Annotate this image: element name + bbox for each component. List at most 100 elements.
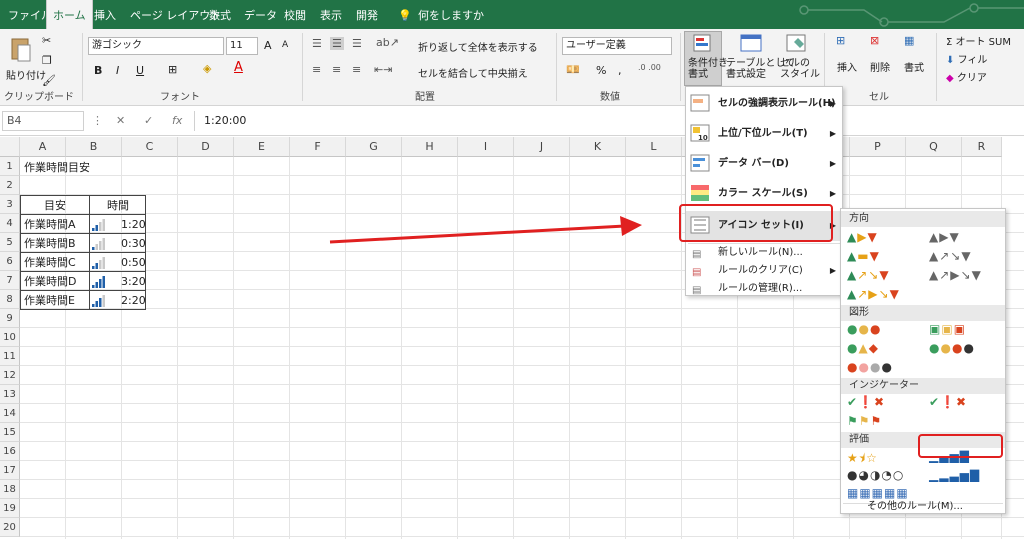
align-bottom-icon[interactable]: ☰: [352, 37, 362, 50]
orientation-icon[interactable]: ab↗: [376, 36, 399, 49]
conditional-format-button[interactable]: 条件付き 書式: [688, 58, 728, 80]
column-header-k[interactable]: K: [570, 137, 626, 157]
number-format-select[interactable]: ユーザー定義: [562, 37, 672, 55]
row-header-2[interactable]: 2: [0, 176, 20, 195]
cell-name[interactable]: 作業時間B: [21, 234, 79, 253]
row-header-9[interactable]: 9: [0, 309, 20, 328]
header-jikan[interactable]: 時間: [90, 196, 146, 215]
autosum-button[interactable]: Σ オート SUM: [946, 33, 1011, 48]
grow-font-button[interactable]: A: [264, 39, 272, 52]
wrap-text-button[interactable]: 折り返して全体を表示する: [418, 39, 538, 54]
row-header-19[interactable]: 19: [0, 499, 20, 518]
insert-cells-button[interactable]: 挿入: [837, 59, 857, 74]
stars-icon[interactable]: ★⯨☆: [847, 449, 878, 470]
font-name-select[interactable]: 游ゴシック: [88, 37, 224, 55]
format-painter-icon[interactable]: 🖌: [42, 74, 56, 87]
menu-top-bottom-rules[interactable]: 10 上位/下位ルール(T) ▶: [686, 119, 842, 149]
column-header-h[interactable]: H: [402, 137, 458, 157]
cell-time[interactable]: 3:20: [118, 272, 149, 291]
row-header-15[interactable]: 15: [0, 423, 20, 442]
format-cells-button[interactable]: 書式: [904, 59, 924, 74]
bold-button[interactable]: B: [94, 64, 102, 77]
align-left-icon[interactable]: ≡: [312, 63, 321, 76]
column-header-l[interactable]: L: [626, 137, 682, 157]
name-box[interactable]: B4: [2, 111, 84, 131]
cell-name[interactable]: 作業時間E: [21, 291, 78, 310]
row-header-7[interactable]: 7: [0, 271, 20, 290]
paste-icon[interactable]: [10, 35, 32, 63]
column-header-a[interactable]: A: [20, 137, 66, 157]
row-header-8[interactable]: 8: [0, 290, 20, 309]
clear-button[interactable]: ◆ クリア: [946, 69, 987, 84]
column-header-q[interactable]: Q: [906, 137, 962, 157]
align-middle-icon[interactable]: ☰: [330, 37, 344, 50]
row-header-20[interactable]: 20: [0, 518, 20, 537]
tell-me-search[interactable]: 何をしますか: [412, 0, 490, 29]
arrows-5-colored-icon[interactable]: ▲↗▶↘▼: [847, 287, 900, 301]
row-header-11[interactable]: 11: [0, 347, 20, 366]
percent-button[interactable]: %: [596, 64, 606, 77]
font-size-select[interactable]: 11: [226, 37, 258, 55]
row-header-5[interactable]: 5: [0, 233, 20, 252]
formula-input[interactable]: 1:20:00: [204, 111, 246, 131]
underline-button[interactable]: U: [136, 64, 144, 77]
currency-icon[interactable]: 💴: [566, 63, 580, 76]
merge-center-button[interactable]: セルを結合して中央揃え: [418, 65, 528, 80]
align-top-icon[interactable]: ☰: [312, 37, 322, 50]
column-header-e[interactable]: E: [234, 137, 290, 157]
tab-data[interactable]: データ: [238, 0, 283, 29]
traffic-lights-4-icon[interactable]: ●●●●: [929, 341, 975, 355]
column-header-j[interactable]: J: [514, 137, 570, 157]
row-header-3[interactable]: 3: [0, 195, 20, 214]
boxes-icon[interactable]: ▦▦▦▦▦: [847, 486, 909, 500]
tab-review[interactable]: 校閲: [278, 0, 312, 29]
cell-name[interactable]: 作業時間D: [21, 272, 79, 291]
menu-manage-rules[interactable]: ▤ ルールの管理(R)...: [686, 279, 842, 298]
header-meyasu[interactable]: 目安: [21, 196, 89, 215]
symbols-circled-icon[interactable]: ✔❗✖: [847, 395, 885, 409]
paste-button[interactable]: 貼り付け: [6, 67, 46, 82]
tab-formulas[interactable]: 数式: [203, 0, 237, 29]
tab-view[interactable]: 表示: [314, 0, 348, 29]
cell-styles-button[interactable]: セルの スタイル: [780, 58, 820, 80]
shrink-font-button[interactable]: A: [282, 40, 288, 50]
copy-icon[interactable]: ❐: [42, 54, 52, 67]
arrows-5-gray-icon[interactable]: ▲↗▶↘▼: [929, 268, 982, 282]
row-header-18[interactable]: 18: [0, 480, 20, 499]
cell-name[interactable]: 作業時間C: [21, 253, 79, 272]
cell-time[interactable]: 0:30: [118, 234, 149, 253]
row-header-16[interactable]: 16: [0, 442, 20, 461]
tab-developer[interactable]: 開発: [350, 0, 384, 29]
select-all-corner[interactable]: [0, 137, 20, 157]
traffic-lights-rimmed-icon[interactable]: ▣▣▣: [929, 322, 966, 336]
red-to-black-icon[interactable]: ●●●●: [847, 360, 893, 374]
row-header-10[interactable]: 10: [0, 328, 20, 347]
menu-data-bars[interactable]: データ バー(D) ▶: [686, 149, 842, 179]
column-header-p[interactable]: P: [850, 137, 906, 157]
menu-new-rule[interactable]: ▤ 新しいルール(N)...: [686, 243, 842, 262]
flags-icon[interactable]: ⚑⚑⚑: [847, 414, 882, 428]
arrows-4-colored-icon[interactable]: ▲↗↘▼: [847, 268, 890, 282]
align-center-icon[interactable]: ≡: [332, 63, 341, 76]
font-color-icon[interactable]: A: [234, 60, 243, 75]
column-header-b[interactable]: B: [66, 137, 122, 157]
insert-function-icon[interactable]: fx: [172, 111, 182, 131]
column-header-r[interactable]: R: [962, 137, 1002, 157]
quarters-icon[interactable]: ●◕◑◔○: [847, 468, 904, 482]
signs-icon[interactable]: ●▲◆: [847, 341, 879, 355]
symbols-uncircled-icon[interactable]: ✔❗✖: [929, 395, 967, 409]
arrows-4-gray-icon[interactable]: ▲↗↘▼: [929, 249, 972, 263]
row-header-1[interactable]: 1: [0, 157, 20, 176]
comma-button[interactable]: ,: [618, 64, 622, 77]
borders-icon[interactable]: ⊞: [168, 63, 177, 76]
column-header-d[interactable]: D: [178, 137, 234, 157]
column-header-g[interactable]: G: [346, 137, 402, 157]
more-rules-link[interactable]: その他のルール(M)...: [867, 500, 963, 514]
traffic-lights-icon[interactable]: ●●●: [847, 322, 881, 336]
tab-home[interactable]: ホーム: [46, 0, 93, 29]
column-header-i[interactable]: I: [458, 137, 514, 157]
cell-time[interactable]: 0:50: [118, 253, 149, 272]
row-header-12[interactable]: 12: [0, 366, 20, 385]
row-header-14[interactable]: 14: [0, 404, 20, 423]
tab-insert[interactable]: 挿入: [88, 0, 122, 29]
